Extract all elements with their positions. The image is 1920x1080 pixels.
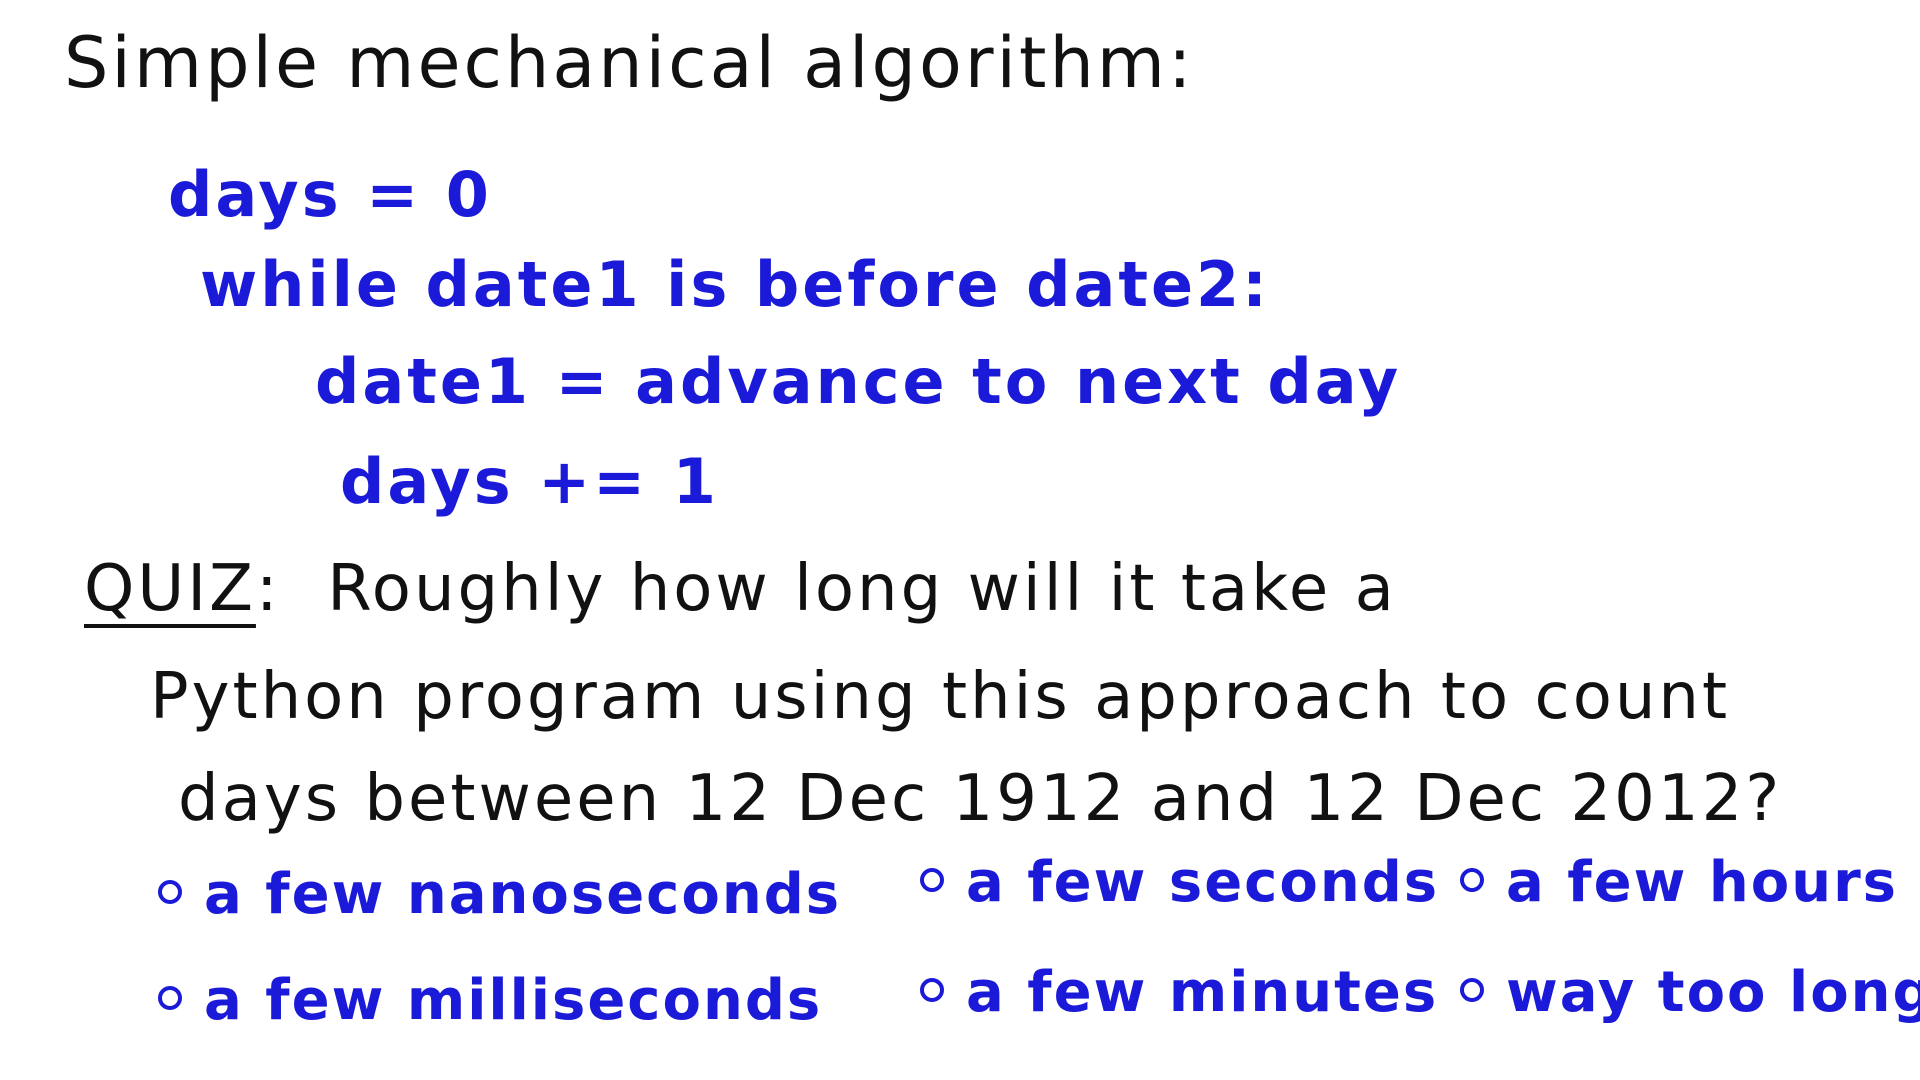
radio-circle-icon[interactable] — [1460, 867, 1484, 892]
option-few-hours[interactable]: a few hours — [1460, 850, 1898, 915]
radio-circle-icon[interactable] — [1460, 977, 1484, 1002]
code-line-while: while date1 is before date2: — [200, 248, 1270, 321]
quiz-label: QUIZ — [84, 552, 256, 626]
radio-circle-icon[interactable] — [158, 879, 182, 904]
option-few-milliseconds[interactable]: a few milliseconds — [158, 968, 822, 1033]
option-label: a few nanoseconds — [204, 862, 842, 927]
option-few-minutes[interactable]: a few minutes — [920, 960, 1438, 1025]
quiz-question-line-2: Python program using this approach to co… — [150, 660, 1731, 734]
option-few-nanoseconds[interactable]: a few nanoseconds — [158, 862, 841, 927]
page-title: Simple mechanical algorithm: — [64, 22, 1195, 104]
option-few-seconds[interactable]: a few seconds — [920, 850, 1439, 915]
code-line-days-init: days = 0 — [168, 158, 492, 231]
option-label: a few hours — [1506, 850, 1899, 915]
code-line-advance: date1 = advance to next day — [315, 345, 1402, 418]
option-label: a few milliseconds — [204, 968, 823, 1033]
radio-circle-icon[interactable] — [158, 985, 182, 1010]
option-label: a few minutes — [966, 960, 1439, 1025]
radio-circle-icon[interactable] — [920, 867, 944, 892]
option-way-too-long[interactable]: way too long! — [1460, 960, 1920, 1025]
quiz-question-line-1: QUIZ: Roughly how long will it take a — [84, 552, 1397, 626]
quiz-question-text-1: Roughly how long will it take a — [327, 552, 1397, 626]
option-label: way too long! — [1506, 960, 1920, 1025]
quiz-separator: : — [255, 552, 281, 626]
whiteboard: Simple mechanical algorithm: days = 0 wh… — [0, 0, 1920, 1080]
code-line-increment: days += 1 — [340, 445, 719, 518]
radio-circle-icon[interactable] — [920, 977, 944, 1002]
quiz-question-line-3: days between 12 Dec 1912 and 12 Dec 2012… — [178, 762, 1783, 836]
option-label: a few seconds — [966, 850, 1440, 915]
